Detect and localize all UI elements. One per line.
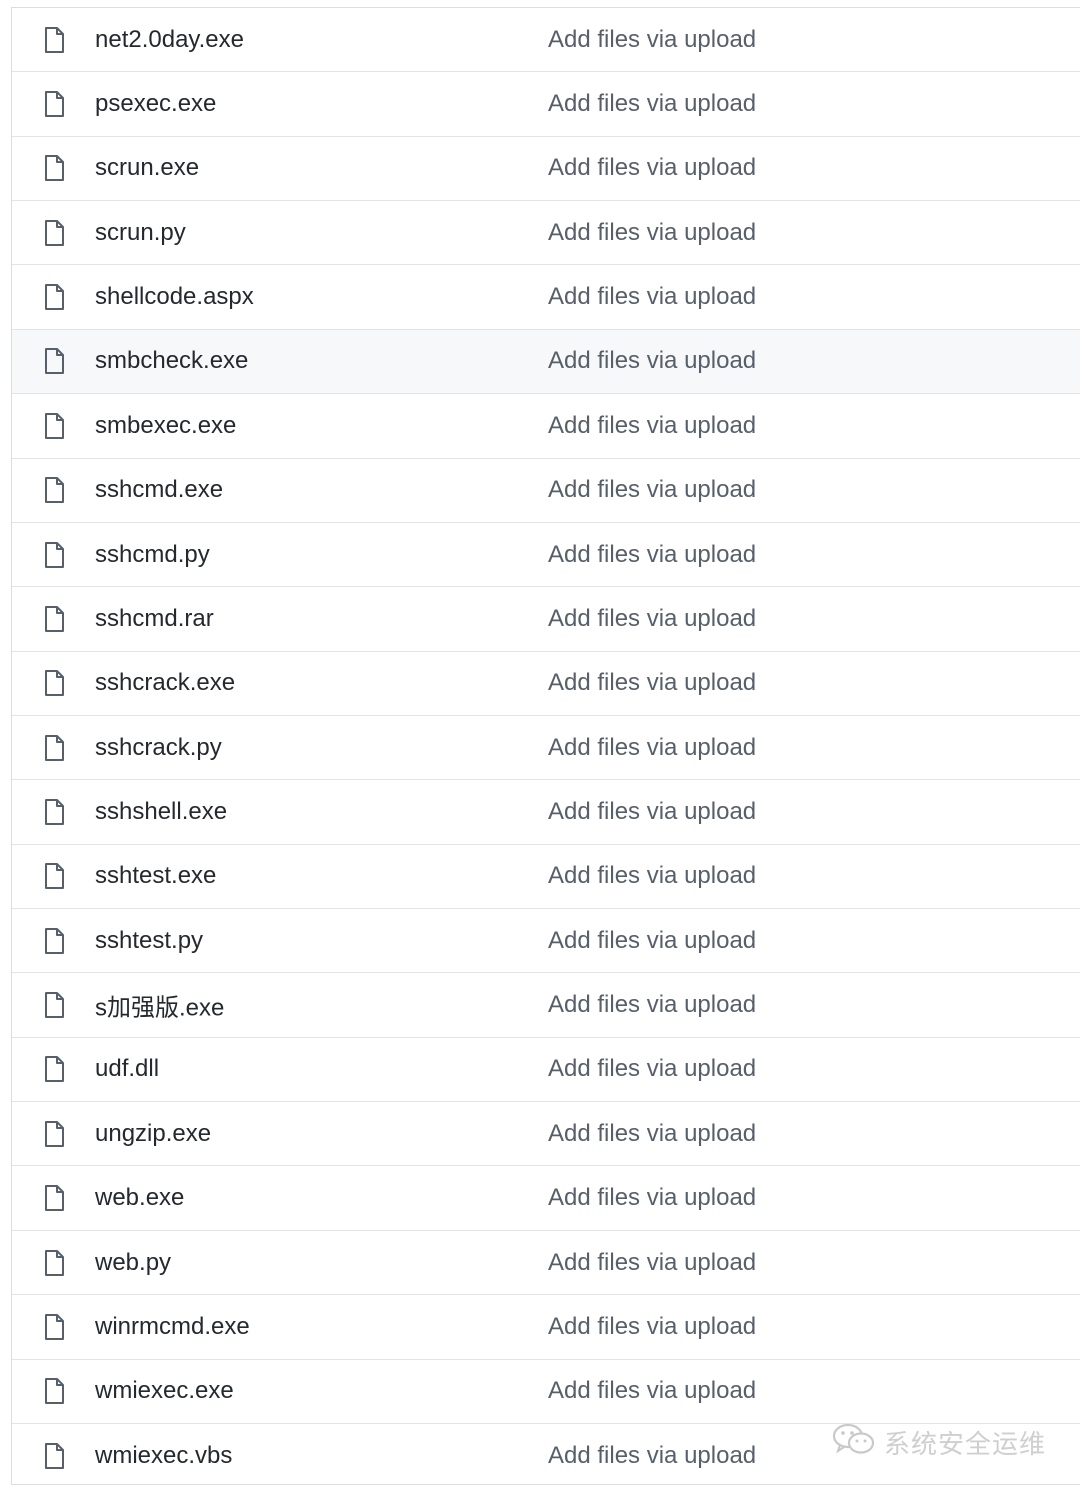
file-row[interactable]: sshtest.exe Add files via upload <box>12 845 1080 910</box>
file-icon <box>42 1313 66 1341</box>
file-icon <box>42 154 66 182</box>
commit-message-link[interactable]: Add files via upload <box>548 1377 756 1405</box>
commit-message-link[interactable]: Add files via upload <box>548 90 756 118</box>
commit-message-link[interactable]: Add files via upload <box>548 734 756 762</box>
file-name-link[interactable]: web.py <box>95 1249 171 1277</box>
commit-message-link[interactable]: Add files via upload <box>548 1249 756 1277</box>
file-row[interactable]: sshcmd.exe Add files via upload <box>12 459 1080 523</box>
file-name-link[interactable]: net2.0day.exe <box>95 26 244 54</box>
file-row[interactable]: s加强版.exe Add files via upload <box>12 973 1080 1038</box>
file-icon <box>42 1442 66 1470</box>
file-name-link[interactable]: smbcheck.exe <box>95 347 248 375</box>
file-icon <box>42 90 66 118</box>
watermark: 系统安全运维 <box>832 1422 1046 1462</box>
file-row[interactable]: web.py Add files via upload <box>12 1231 1080 1296</box>
file-row[interactable]: web.exe Add files via upload <box>12 1166 1080 1231</box>
file-row[interactable]: smbexec.exe Add files via upload <box>12 394 1080 459</box>
file-icon <box>42 927 66 955</box>
commit-message-link[interactable]: Add files via upload <box>548 1313 756 1341</box>
file-name-link[interactable]: smbexec.exe <box>95 412 236 440</box>
file-name-link[interactable]: sshshell.exe <box>95 798 227 826</box>
file-icon <box>42 26 66 54</box>
watermark-text: 系统安全运维 <box>884 1429 1047 1460</box>
file-name-link[interactable]: web.exe <box>95 1184 184 1212</box>
file-row[interactable]: sshcmd.py Add files via upload <box>12 523 1080 588</box>
commit-message-link[interactable]: Add files via upload <box>548 219 756 247</box>
file-row[interactable]: smbcheck.exe Add files via upload <box>12 329 1080 395</box>
file-name-link[interactable]: ungzip.exe <box>95 1120 211 1148</box>
commit-message-link[interactable]: Add files via upload <box>548 1184 756 1212</box>
commit-message-link[interactable]: Add files via upload <box>548 927 756 955</box>
file-icon <box>42 219 66 247</box>
file-icon <box>42 605 66 633</box>
file-name-link[interactable]: sshcmd.py <box>95 541 210 569</box>
commit-message-link[interactable]: Add files via upload <box>548 154 756 182</box>
file-name-link[interactable]: udf.dll <box>95 1055 159 1083</box>
file-name-link[interactable]: scrun.exe <box>95 154 199 182</box>
commit-message-link[interactable]: Add files via upload <box>548 1055 756 1083</box>
file-icon <box>42 991 66 1019</box>
file-row[interactable]: shellcode.aspx Add files via upload <box>12 265 1080 330</box>
file-row[interactable]: wmiexec.exe Add files via upload <box>12 1360 1080 1424</box>
file-name-link[interactable]: sshcmd.rar <box>95 605 214 633</box>
wechat-icon <box>832 1422 876 1463</box>
commit-message-link[interactable]: Add files via upload <box>548 605 756 633</box>
commit-message-link[interactable]: Add files via upload <box>548 669 756 697</box>
file-list: net2.0day.exe Add files via upload psexec.… <box>11 7 1080 1485</box>
commit-message-link[interactable]: Add files via upload <box>548 283 756 311</box>
commit-message-link[interactable]: Add files via upload <box>548 347 756 375</box>
file-icon <box>42 283 66 311</box>
file-icon <box>42 1377 66 1405</box>
file-name-link[interactable]: sshcmd.exe <box>95 476 223 504</box>
file-name-link[interactable]: wmiexec.vbs <box>95 1442 232 1470</box>
file-row[interactable]: sshcmd.rar Add files via upload <box>12 587 1080 652</box>
file-name-link[interactable]: scrun.py <box>95 219 186 247</box>
file-row[interactable]: scrun.py Add files via upload <box>12 201 1080 266</box>
file-row[interactable]: winrmcmd.exe Add files via upload <box>12 1295 1080 1360</box>
file-icon <box>42 541 66 569</box>
file-row[interactable]: sshtest.py Add files via upload <box>12 909 1080 974</box>
file-icon <box>42 412 66 440</box>
commit-message-link[interactable]: Add files via upload <box>548 1120 756 1148</box>
commit-message-link[interactable]: Add files via upload <box>548 476 756 504</box>
commit-message-link[interactable]: Add files via upload <box>548 991 756 1019</box>
file-row[interactable]: udf.dll Add files via upload <box>12 1038 1080 1103</box>
file-name-link[interactable]: shellcode.aspx <box>95 283 254 311</box>
file-icon <box>42 669 66 697</box>
file-row[interactable]: psexec.exe Add files via upload <box>12 72 1080 137</box>
file-name-link[interactable]: sshcrack.exe <box>95 669 235 697</box>
file-icon <box>42 476 66 504</box>
file-row[interactable]: ungzip.exe Add files via upload <box>12 1102 1080 1167</box>
file-icon <box>42 798 66 826</box>
file-name-link[interactable]: wmiexec.exe <box>95 1377 234 1405</box>
file-icon <box>42 1120 66 1148</box>
file-row[interactable]: scrun.exe Add files via upload <box>12 137 1080 202</box>
file-name-link[interactable]: winrmcmd.exe <box>95 1313 250 1341</box>
file-row[interactable]: sshcrack.exe Add files via upload <box>12 652 1080 716</box>
commit-message-link[interactable]: Add files via upload <box>548 1442 756 1470</box>
file-icon <box>42 1055 66 1083</box>
commit-message-link[interactable]: Add files via upload <box>548 798 756 826</box>
commit-message-link[interactable]: Add files via upload <box>548 412 756 440</box>
file-icon <box>42 1184 66 1212</box>
file-icon <box>42 734 66 762</box>
commit-message-link[interactable]: Add files via upload <box>548 862 756 890</box>
file-icon <box>42 1249 66 1277</box>
file-icon <box>42 347 66 375</box>
file-row[interactable]: sshcrack.py Add files via upload <box>12 716 1080 781</box>
file-icon <box>42 862 66 890</box>
file-row[interactable]: net2.0day.exe Add files via upload <box>12 8 1080 73</box>
file-name-link[interactable]: psexec.exe <box>95 90 216 118</box>
file-name-link[interactable]: sshcrack.py <box>95 734 222 762</box>
file-name-link[interactable]: sshtest.exe <box>95 862 216 890</box>
file-name-link[interactable]: sshtest.py <box>95 927 203 955</box>
file-name-link[interactable]: s加强版.exe <box>95 988 224 1023</box>
file-row[interactable]: sshshell.exe Add files via upload <box>12 780 1080 845</box>
commit-message-link[interactable]: Add files via upload <box>548 26 756 54</box>
commit-message-link[interactable]: Add files via upload <box>548 541 756 569</box>
